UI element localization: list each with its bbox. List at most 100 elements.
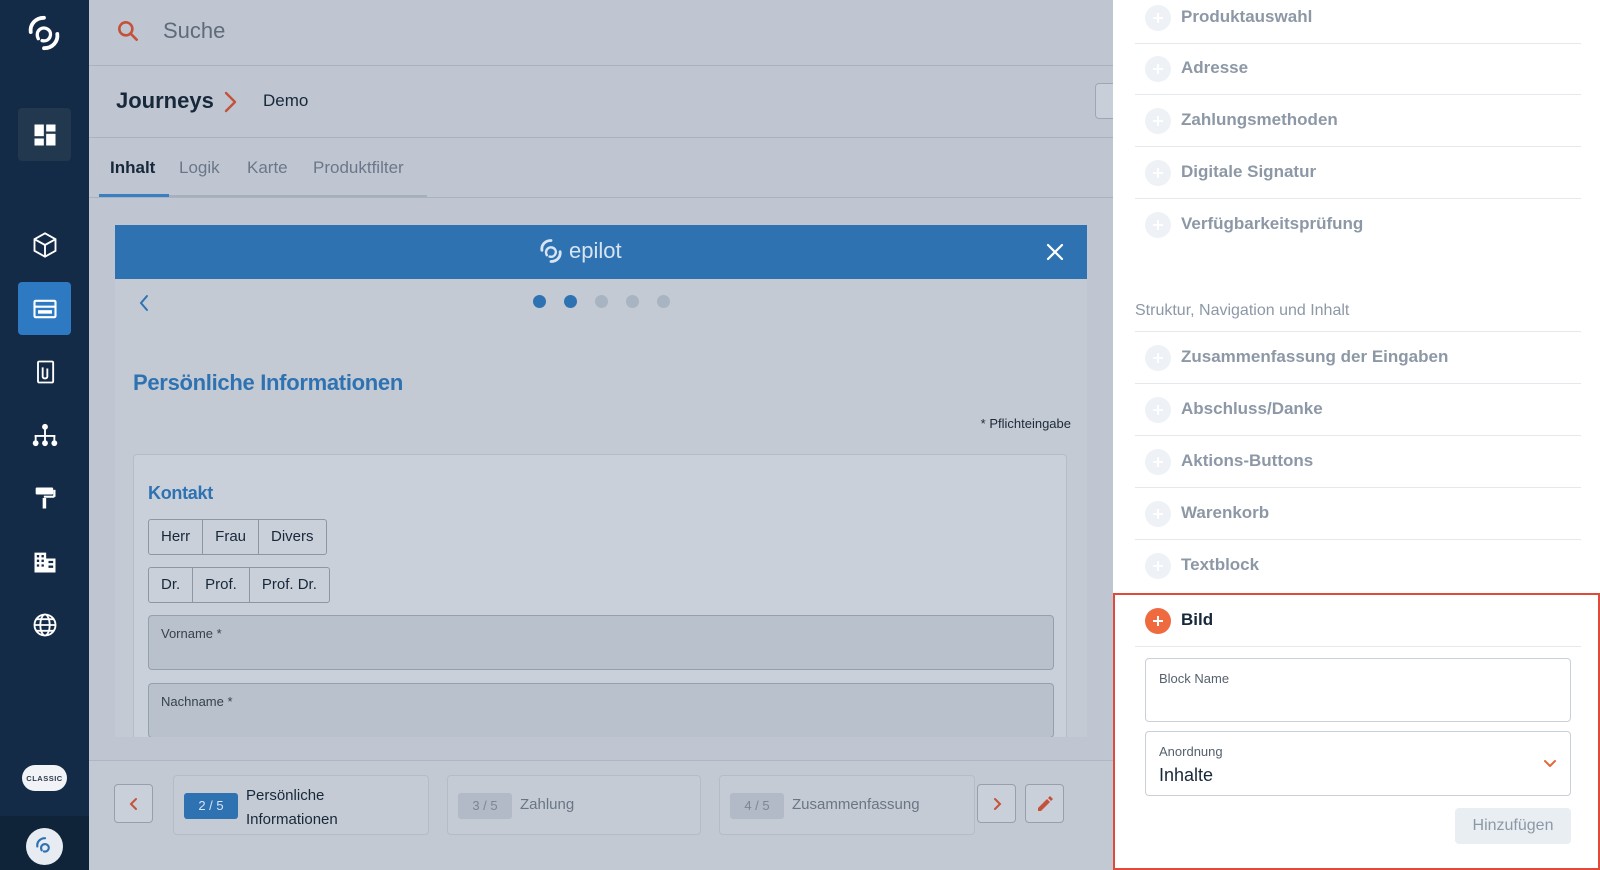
block-item-label: Textblock <box>1181 555 1260 574</box>
plus-icon <box>1145 108 1171 134</box>
journeys-icon[interactable] <box>18 282 71 335</box>
block-item-textblock[interactable]: Textblock <box>1135 540 1581 592</box>
search-icon[interactable] <box>115 18 141 44</box>
block-item-verfuegbarkeitspruefung[interactable]: Verfügbarkeitsprüfung <box>1135 199 1581 251</box>
plus-icon <box>1145 553 1171 579</box>
product-box-icon[interactable] <box>18 218 71 271</box>
step-label: Zahlung <box>520 796 575 813</box>
title-group: Dr. Prof. Prof. Dr. <box>148 567 330 603</box>
step-dot <box>626 295 639 308</box>
salutation-group: Herr Frau Divers <box>148 519 327 555</box>
next-step-button[interactable] <box>977 784 1016 823</box>
step-item[interactable]: 3 / 5 Zahlung <box>447 775 701 835</box>
search-input[interactable]: Suche <box>163 18 225 44</box>
epilot-brand-icon <box>540 239 562 263</box>
title-option[interactable]: Prof. <box>193 568 250 602</box>
first-name-field[interactable]: Vorname * <box>148 615 1054 670</box>
section-title: Struktur, Navigation und Inhalt <box>1135 302 1350 319</box>
plus-icon <box>1145 56 1171 82</box>
salutation-option[interactable]: Herr <box>149 520 204 554</box>
preview-header: epilot <box>115 225 1087 279</box>
title-option[interactable]: Prof. Dr. <box>250 568 329 602</box>
step-dot <box>564 295 577 308</box>
block-item-label: Abschluss/Danke <box>1181 399 1323 418</box>
tab-karte[interactable]: Karte <box>247 158 288 178</box>
journey-preview: epilot Persönliche Informationen * Pflic… <box>115 225 1087 737</box>
block-item-digitale-signatur[interactable]: Digitale Signatur <box>1135 147 1581 199</box>
step-label: Zusammenfassung <box>792 796 920 813</box>
prev-step-button[interactable] <box>114 784 153 823</box>
block-item-abschluss[interactable]: Abschluss/Danke <box>1135 384 1581 436</box>
plus-icon <box>1145 212 1171 238</box>
edit-step-button[interactable] <box>1025 784 1064 823</box>
building-icon[interactable] <box>18 535 71 588</box>
main-area: Suche Journeys Demo Inhalt Logik Karte P… <box>89 0 1113 870</box>
avatar-logo-icon <box>35 836 50 853</box>
chevron-left-icon[interactable] <box>137 293 151 313</box>
classic-toggle[interactable]: CLASSIC <box>22 765 67 791</box>
breadcrumb-journeys[interactable]: Journeys <box>116 88 214 114</box>
first-name-label: Vorname * <box>161 626 222 641</box>
plus-icon <box>1145 501 1171 527</box>
step-dot <box>533 295 546 308</box>
tab-active-indicator <box>99 194 169 197</box>
step-badge: 4 / 5 <box>730 793 784 819</box>
salutation-option[interactable]: Divers <box>259 520 326 554</box>
block-item-zusammenfassung[interactable]: Zusammenfassung der Eingaben <box>1135 332 1581 384</box>
step-badge: 3 / 5 <box>458 793 512 819</box>
step-dot <box>595 295 608 308</box>
plus-icon <box>1145 345 1171 371</box>
step-dot <box>657 295 670 308</box>
tab-produktfilter[interactable]: Produktfilter <box>313 158 404 178</box>
top-bar: Suche <box>89 0 1113 66</box>
chevron-right-icon <box>224 91 237 113</box>
selection-highlight <box>1113 593 1600 870</box>
chevron-right-icon <box>993 797 1001 810</box>
required-note: * Pflichteingabe <box>980 416 1071 431</box>
last-name-label: Nachname * <box>161 694 233 709</box>
block-item-zahlungsmethoden[interactable]: Zahlungsmethoden <box>1135 95 1581 147</box>
block-item-aktions-buttons[interactable]: Aktions-Buttons <box>1135 436 1581 488</box>
block-item-label: Adresse <box>1181 58 1249 77</box>
close-icon[interactable] <box>1045 242 1065 262</box>
breadcrumb-current: Demo <box>263 91 309 110</box>
step-label: Persönliche Informationen <box>246 787 338 828</box>
last-name-field[interactable]: Nachname * <box>148 683 1054 737</box>
chevron-left-icon <box>129 797 137 810</box>
globe-icon[interactable] <box>18 598 71 651</box>
plus-icon <box>1145 449 1171 475</box>
step-bar: 2 / 5 Persönliche Informationen 3 / 5 Za… <box>89 760 1113 870</box>
block-item-label: Digitale Signatur <box>1181 162 1317 181</box>
preview-brand-name: epilot <box>569 238 622 263</box>
sidebar: CLASSIC <box>0 0 89 870</box>
breadcrumb: Journeys Demo <box>89 66 1113 138</box>
tab-inhalt[interactable]: Inhalt <box>110 158 155 178</box>
step-item[interactable]: 2 / 5 Persönliche Informationen <box>173 775 429 835</box>
block-item-produktauswahl[interactable]: Produktauswahl <box>1135 0 1581 44</box>
block-item-label: Zahlungsmethoden <box>1181 110 1338 129</box>
documents-icon[interactable] <box>18 345 71 398</box>
header-action-button[interactable] <box>1095 83 1113 119</box>
tab-bar: Inhalt Logik Karte Produktfilter <box>89 138 1113 198</box>
plus-icon <box>1145 160 1171 186</box>
card-title: Kontakt <box>148 483 213 503</box>
title-option[interactable]: Dr. <box>149 568 194 602</box>
salutation-option[interactable]: Frau <box>203 520 260 554</box>
block-item-label: Aktions-Buttons <box>1181 451 1314 470</box>
tab-logik[interactable]: Logik <box>179 158 220 178</box>
hierarchy-icon[interactable] <box>18 408 71 461</box>
avatar[interactable] <box>26 828 63 865</box>
dashboard-icon[interactable] <box>18 108 71 161</box>
step-item[interactable]: 4 / 5 Zusammenfassung <box>719 775 975 835</box>
epilot-logo-icon[interactable] <box>25 14 63 52</box>
block-item-adresse[interactable]: Adresse <box>1135 43 1581 95</box>
block-item-warenkorb[interactable]: Warenkorb <box>1135 488 1581 540</box>
paint-roller-icon[interactable] <box>18 471 71 524</box>
block-item-label: Warenkorb <box>1181 503 1270 522</box>
preview-title: Persönliche Informationen <box>133 370 403 395</box>
block-item-label: Verfügbarkeitsprüfung <box>1181 214 1364 233</box>
contact-card: Kontakt Herr Frau Divers Dr. Prof. Prof.… <box>133 454 1067 737</box>
block-item-label: Zusammenfassung der Eingaben <box>1181 347 1449 366</box>
pencil-icon <box>1037 795 1053 811</box>
step-badge: 2 / 5 <box>184 793 238 819</box>
